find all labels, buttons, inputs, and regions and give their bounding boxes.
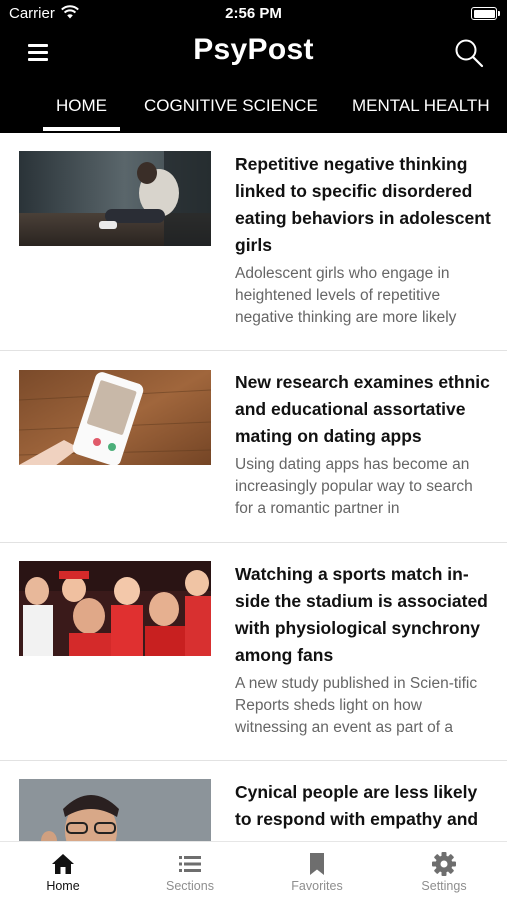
tabbar-favorites[interactable]: Favorites [254,842,380,900]
status-time: 2:56 PM [225,5,282,22]
article-thumbnail [19,779,211,841]
article-item[interactable]: Repetitive negative thinking linked to s… [0,133,507,351]
article-title[interactable]: Repetitive negative thinking linked to s… [235,151,493,259]
tabbar-label: Favorites [291,879,343,893]
tabbar-home[interactable]: Home [0,842,126,900]
status-bar: Carrier 2:56 PM [0,0,507,28]
article-item[interactable]: Cynical people are less likely to respon… [0,761,507,841]
article-thumbnail [19,151,211,246]
tabbar-label: Settings [421,879,467,893]
tabbar-settings[interactable]: Settings [381,842,507,900]
search-icon[interactable] [453,37,485,69]
app-logo: PsyPost [193,33,314,66]
top-bar: PsyPost [0,28,507,78]
tabbar-label: Home [46,879,80,893]
category-tabs: HOME COGNITIVE SCIENCE MENTAL HEALTH [0,82,507,133]
battery-icon [471,7,500,20]
article-excerpt: Adolescent girls who engage in heightene… [235,265,457,326]
article-item[interactable]: New research examines ethnic and educati… [0,351,507,543]
tabbar-sections[interactable]: Sections [127,842,253,900]
article-thumbnail [19,370,211,465]
bottom-tab-bar: Home Sections Favorites Settings [0,841,507,900]
tab-cognitive-science[interactable]: COGNITIVE SCIENCE [144,96,318,116]
app-header: Carrier 2:56 PM PsyPost HOME COGNITIVE S… [0,0,507,133]
tabbar-label: Sections [166,879,214,893]
active-tab-indicator [43,127,120,131]
tab-mental-health[interactable]: MENTAL HEALTH [352,96,490,116]
tab-home[interactable]: HOME [56,96,107,116]
article-title[interactable]: New research examines ethnic and educati… [235,369,493,450]
article-title[interactable]: Watching a sports match in-side the stad… [235,561,493,669]
article-feed[interactable]: Repetitive negative thinking linked to s… [0,133,507,841]
home-icon [52,854,74,874]
list-icon [179,856,201,872]
article-excerpt: Using dating apps has become an increasi… [235,456,473,517]
gear-icon [432,852,456,876]
article-title[interactable]: Cynical people are less likely to respon… [235,779,493,833]
article-item[interactable]: Watching a sports match in-side the stad… [0,543,507,761]
article-thumbnail [19,561,211,656]
article-excerpt: A new study published in Scien-tific Rep… [235,675,478,736]
bookmark-icon [310,853,324,875]
